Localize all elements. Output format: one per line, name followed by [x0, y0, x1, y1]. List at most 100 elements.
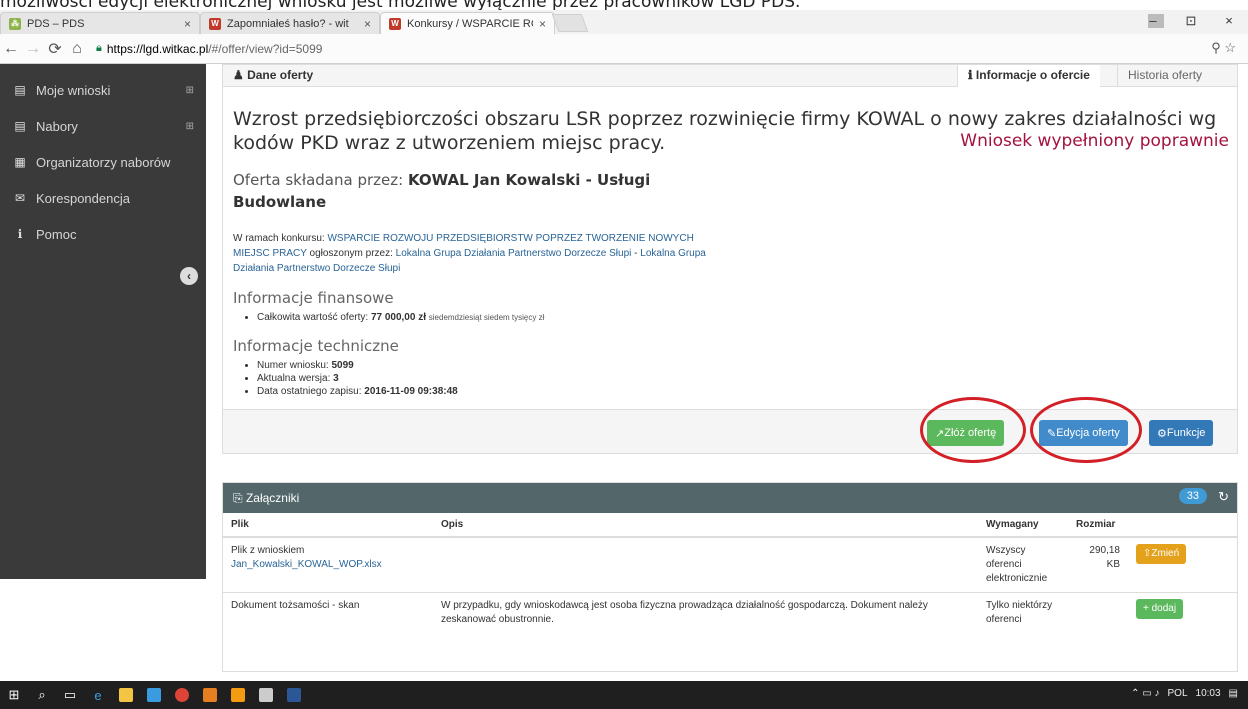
task-view-icon[interactable]: ▭	[56, 681, 84, 709]
refresh-icon[interactable]: ↻	[1218, 489, 1229, 505]
app-sidebar: ▤ Moje wnioski ⊞ ▤ Nabory ⊞ ▦ Organizato…	[0, 64, 206, 579]
sidebar-item-organizatorzy[interactable]: ▦ Organizatorzy naborów	[0, 144, 206, 180]
photos-icon[interactable]	[252, 681, 280, 709]
sidebar-item-label: Moje wnioski	[36, 82, 111, 98]
sidebar-item-label: Organizatorzy naborów	[36, 154, 171, 170]
lock-icon: 🔒︎	[96, 42, 102, 54]
chrome-icon[interactable]	[168, 681, 196, 709]
edge-icon[interactable]: e	[84, 681, 112, 709]
size-cell: 290,18 KB	[1068, 536, 1128, 593]
document-caption: możliwości edycji elektronicznej wniosku…	[0, 0, 801, 10]
book-icon: ▤	[14, 119, 26, 133]
list-item: Numer wniosku: 5099	[257, 359, 458, 372]
windows-start-icon[interactable]: ⊞	[0, 681, 28, 709]
size-cell	[1068, 592, 1128, 633]
sidebar-item-label: Korespondencja	[36, 190, 130, 206]
file-link[interactable]: Jan_Kowalski_KOWAL_WOP.xlsx	[231, 559, 382, 570]
close-window-button[interactable]: ×	[1210, 10, 1248, 34]
file-name: Dokument tożsamości - skan	[231, 600, 360, 611]
required-cell: Wszyscy oferenci elektronicznie	[978, 536, 1068, 593]
collapse-sidebar-icon[interactable]: ‹	[180, 267, 198, 285]
list-item: Data ostatniego zapisu: 2016-11-09 09:38…	[257, 385, 458, 398]
tab-close-icon[interactable]: ×	[539, 17, 546, 31]
tab-title: Konkursy / WSPARCIE RC	[407, 17, 533, 30]
submitted-by: Oferta składana przez: KOWAL Jan Kowalsk…	[233, 171, 651, 211]
tab-informacje[interactable]: ℹ Informacje o ofercie	[957, 65, 1100, 87]
column-header	[1128, 513, 1237, 538]
column-header: Plik	[223, 513, 433, 538]
add-file-button[interactable]: + dodaj	[1136, 599, 1184, 619]
search-icon[interactable]: ⌕	[28, 681, 56, 709]
url-path: /#/offer/view?id=5099	[208, 41, 323, 56]
sidebar-item-korespondencja[interactable]: ✉ Korespondencja	[0, 180, 206, 216]
tray-icons[interactable]: ⌃ ▭ ♪	[1131, 688, 1159, 699]
paperclip-icon: ⎘	[233, 491, 246, 505]
file-explorer-icon[interactable]	[112, 681, 140, 709]
bookmark-star-icon[interactable]: ⚲ ☆	[1211, 40, 1236, 56]
technical-section-title: Informacje techniczne	[233, 337, 399, 355]
table-row: Dokument tożsamości - skan W przypadku, …	[223, 592, 1237, 633]
table-row: Plik z wnioskiem Jan_Kowalski_KOWAL_WOP.…	[223, 536, 1237, 593]
attachments-title: ⎘ Załączniki	[233, 491, 300, 505]
book-icon: ▤	[14, 83, 26, 97]
back-arrow-icon[interactable]: ←	[0, 40, 22, 58]
browser-tab-pds[interactable]: ⁂ PDS – PDS ×	[0, 12, 200, 34]
sidebar-item-label: Pomoc	[36, 226, 77, 242]
forward-arrow-icon[interactable]: →	[22, 40, 44, 58]
annotation-circle	[920, 397, 1026, 463]
reload-icon[interactable]: ⟳	[44, 39, 66, 59]
word-icon[interactable]	[280, 681, 308, 709]
expand-icon[interactable]: ⊞	[186, 121, 194, 132]
store-icon[interactable]	[140, 681, 168, 709]
expand-icon[interactable]: ⊞	[186, 85, 194, 96]
url-field[interactable]: 🔒︎ https://lgd.witkac.pl/#/offer/view?id…	[96, 42, 322, 56]
attachments-panel: ⎘ Załączniki 33 ↻ Plik Opis Wymagany Roz…	[222, 482, 1238, 672]
address-bar: ← → ⟳ ⌂ 🔒︎ https://lgd.witkac.pl/#/offer…	[0, 34, 1248, 64]
notifications-icon[interactable]: ▤	[1229, 688, 1238, 699]
home-icon[interactable]: ⌂	[66, 40, 88, 58]
maximize-button[interactable]: ⊡	[1172, 10, 1210, 34]
envelope-icon: ✉	[14, 191, 26, 205]
clock[interactable]: 10:03	[1196, 688, 1221, 699]
browser-tab-konkursy[interactable]: W Konkursy / WSPARCIE RC ×	[380, 12, 555, 34]
tab-historia[interactable]: Historia oferty	[1117, 65, 1212, 87]
sidebar-item-pomoc[interactable]: ℹ Pomoc	[0, 216, 206, 252]
sidebar-item-label: Nabory	[36, 118, 78, 134]
file-cell: Plik z wnioskiem Jan_Kowalski_KOWAL_WOP.…	[223, 536, 433, 593]
action-cell: ⇧Zmień	[1128, 536, 1237, 593]
language-indicator[interactable]: POL	[1168, 688, 1188, 699]
functions-button[interactable]: ⚙ Funkcje	[1149, 420, 1214, 446]
desc-cell	[433, 536, 978, 593]
url-host: https://lgd.witkac.pl	[106, 41, 209, 56]
bell-icon: ♟	[233, 68, 248, 82]
attachments-table: Plik Opis Wymagany Rozmiar Plik z wniosk…	[223, 513, 1237, 633]
sidebar-item-nabory[interactable]: ▤ Nabory ⊞	[0, 108, 206, 144]
pds-favicon-icon: ⁂	[9, 17, 21, 30]
required-cell: Tylko niektórzy oferenci	[978, 592, 1068, 633]
annotation-circle	[1030, 397, 1142, 463]
building-icon: ▦	[14, 155, 26, 169]
desc-cell: W przypadku, gdy wnioskodawcą jest osoba…	[433, 592, 978, 633]
browser-tab-password[interactable]: W Zapomniałeś hasło? - wit ×	[200, 12, 380, 34]
list-item: Całkowita wartość oferty: 77 000,00 zł s…	[257, 311, 544, 324]
outlook-icon[interactable]	[196, 681, 224, 709]
minimize-button[interactable]: –	[1134, 10, 1172, 34]
column-header: Opis	[433, 513, 978, 538]
tab-close-icon[interactable]: ×	[184, 17, 191, 31]
witkac-favicon-icon: W	[209, 17, 221, 30]
powerpoint-icon[interactable]	[224, 681, 252, 709]
tab-close-icon[interactable]: ×	[364, 17, 371, 31]
gear-icon: ⚙	[1157, 427, 1167, 440]
windows-taskbar: ⊞ ⌕ ▭ e ⌃ ▭ ♪ POL 10:03 ▤	[0, 681, 1248, 709]
organizer-link[interactable]: Lokalna Grupa Działania Partnerstwo Dorz…	[396, 248, 632, 259]
action-cell: + dodaj	[1128, 592, 1237, 633]
status-text: Wniosek wypełniony poprawnie	[960, 131, 1229, 151]
konkurs-info: W ramach konkursu: WSPARCIE ROZWOJU PRZE…	[233, 233, 706, 274]
new-tab-button[interactable]	[551, 14, 589, 32]
panel-header-label: ♟ Dane oferty	[233, 68, 314, 82]
change-file-button[interactable]: ⇧Zmień	[1136, 544, 1187, 564]
sidebar-item-moje-wnioski[interactable]: ▤ Moje wnioski ⊞	[0, 72, 206, 108]
system-tray: ⌃ ▭ ♪ POL 10:03 ▤	[1131, 688, 1238, 699]
attachments-header: ⎘ Załączniki 33 ↻	[223, 483, 1237, 513]
file-cell: Dokument tożsamości - skan	[223, 592, 433, 633]
